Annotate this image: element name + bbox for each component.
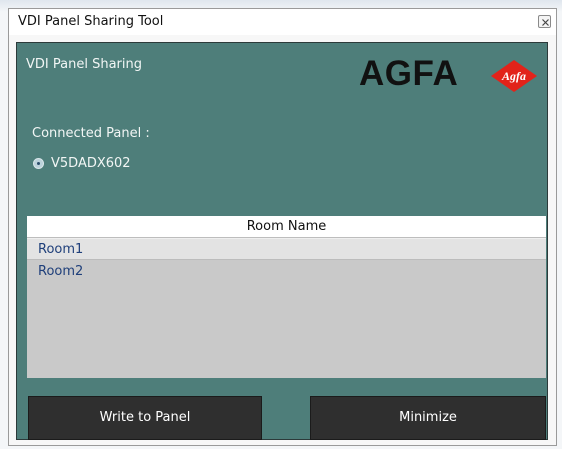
main-panel: VDI Panel Sharing AGFA Agfa Connected Pa…	[16, 42, 548, 440]
room-cell[interactable]: Room1	[38, 242, 83, 257]
agfa-logo-icon: Agfa	[491, 60, 537, 92]
column-header-room-name[interactable]: Room Name	[27, 219, 546, 234]
panel-name-label[interactable]: V5DADX602	[51, 156, 131, 171]
radio-selected-icon[interactable]	[33, 158, 44, 169]
table-row[interactable]: Room1	[27, 238, 546, 260]
window-title: VDI Panel Sharing Tool	[18, 14, 164, 29]
dialog-window: VDI Panel Sharing Tool VDI Panel Sharing…	[8, 8, 557, 446]
radio-dot	[37, 162, 40, 165]
close-icon	[542, 19, 549, 26]
svg-text:Agfa: Agfa	[501, 69, 526, 83]
panel-heading: VDI Panel Sharing	[26, 57, 142, 72]
room-grid: Room Name Room1 Room2	[27, 216, 546, 378]
table-row[interactable]: Room2	[27, 261, 546, 283]
write-to-panel-button[interactable]: Write to Panel	[28, 396, 262, 440]
minimize-button[interactable]: Minimize	[310, 396, 546, 440]
title-bar: VDI Panel Sharing Tool	[9, 9, 556, 35]
connected-panel-label: Connected Panel :	[32, 126, 150, 141]
grid-header[interactable]: Room Name	[27, 216, 546, 238]
room-cell[interactable]: Room2	[38, 264, 83, 279]
brand-wordmark: AGFA	[359, 54, 459, 93]
close-button[interactable]	[538, 15, 551, 28]
